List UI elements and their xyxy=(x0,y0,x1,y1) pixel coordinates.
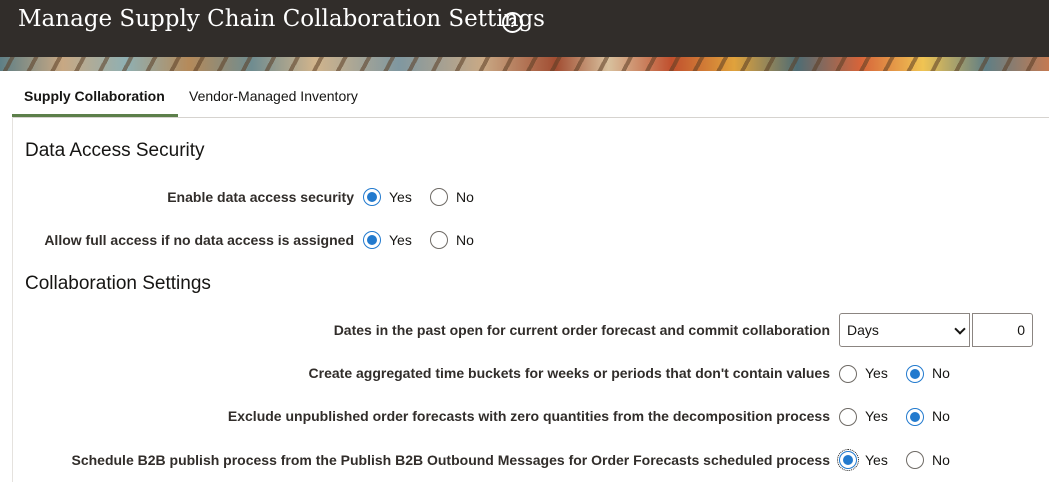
exclude-unpublished-yes-label[interactable]: Yes xyxy=(865,408,888,424)
exclude-unpublished-forecasts-label: Exclude unpublished order forecasts with… xyxy=(227,408,830,424)
page-header: Manage Supply Chain Collaboration Settin… xyxy=(0,0,1049,57)
enable-data-access-yes-label[interactable]: Yes xyxy=(389,189,412,205)
tab-vendor-managed-inventory[interactable]: Vendor-Managed Inventory xyxy=(189,88,358,104)
allow-full-access-no-radio[interactable] xyxy=(430,231,448,249)
chevron-down-icon xyxy=(954,323,966,335)
allow-full-access-yes-label[interactable]: Yes xyxy=(389,232,412,248)
schedule-b2b-publish-yes-radio[interactable] xyxy=(837,449,859,471)
enable-data-access-no-label[interactable]: No xyxy=(456,189,474,205)
exclude-unpublished-no-radio[interactable] xyxy=(906,408,924,426)
content-divider xyxy=(12,117,13,482)
exclude-unpublished-no-label[interactable]: No xyxy=(932,408,950,424)
enable-data-access-no-radio[interactable] xyxy=(430,188,448,206)
aggregated-time-buckets-no-label[interactable]: No xyxy=(932,365,950,381)
decorative-banner xyxy=(0,57,1049,71)
dates-value-input[interactable]: 0 xyxy=(972,313,1033,347)
schedule-b2b-publish-yes-label[interactable]: Yes xyxy=(865,452,888,468)
help-icon[interactable]: ? xyxy=(502,12,523,33)
enable-data-access-security-label: Enable data access security xyxy=(167,189,354,205)
dates-unit-select[interactable]: Days xyxy=(839,313,970,347)
allow-full-access-label: Allow full access if no data access is a… xyxy=(44,232,354,248)
allow-full-access-no-label[interactable]: No xyxy=(456,232,474,248)
page-title: Manage Supply Chain Collaboration Settin… xyxy=(18,6,545,32)
dates-value: 0 xyxy=(1017,322,1025,338)
allow-full-access-yes-radio[interactable] xyxy=(363,231,381,249)
schedule-b2b-publish-label: Schedule B2B publish process from the Pu… xyxy=(71,452,830,468)
tab-bar: Supply Collaboration Vendor-Managed Inve… xyxy=(12,71,1049,118)
aggregated-time-buckets-no-radio[interactable] xyxy=(906,365,924,383)
dates-unit-value: Days xyxy=(847,322,879,338)
aggregated-time-buckets-yes-radio[interactable] xyxy=(839,365,857,383)
aggregated-time-buckets-label: Create aggregated time buckets for weeks… xyxy=(308,365,830,381)
active-tab-indicator xyxy=(12,114,178,117)
enable-data-access-yes-radio[interactable] xyxy=(363,188,381,206)
schedule-b2b-publish-no-label[interactable]: No xyxy=(932,452,950,468)
collaboration-settings-heading: Collaboration Settings xyxy=(25,273,211,294)
aggregated-time-buckets-yes-label[interactable]: Yes xyxy=(865,365,888,381)
dates-in-past-label: Dates in the past open for current order… xyxy=(333,322,830,338)
exclude-unpublished-yes-radio[interactable] xyxy=(839,408,857,426)
data-access-security-heading: Data Access Security xyxy=(25,140,205,161)
tab-supply-collaboration[interactable]: Supply Collaboration xyxy=(24,88,165,104)
schedule-b2b-publish-no-radio[interactable] xyxy=(906,451,924,469)
